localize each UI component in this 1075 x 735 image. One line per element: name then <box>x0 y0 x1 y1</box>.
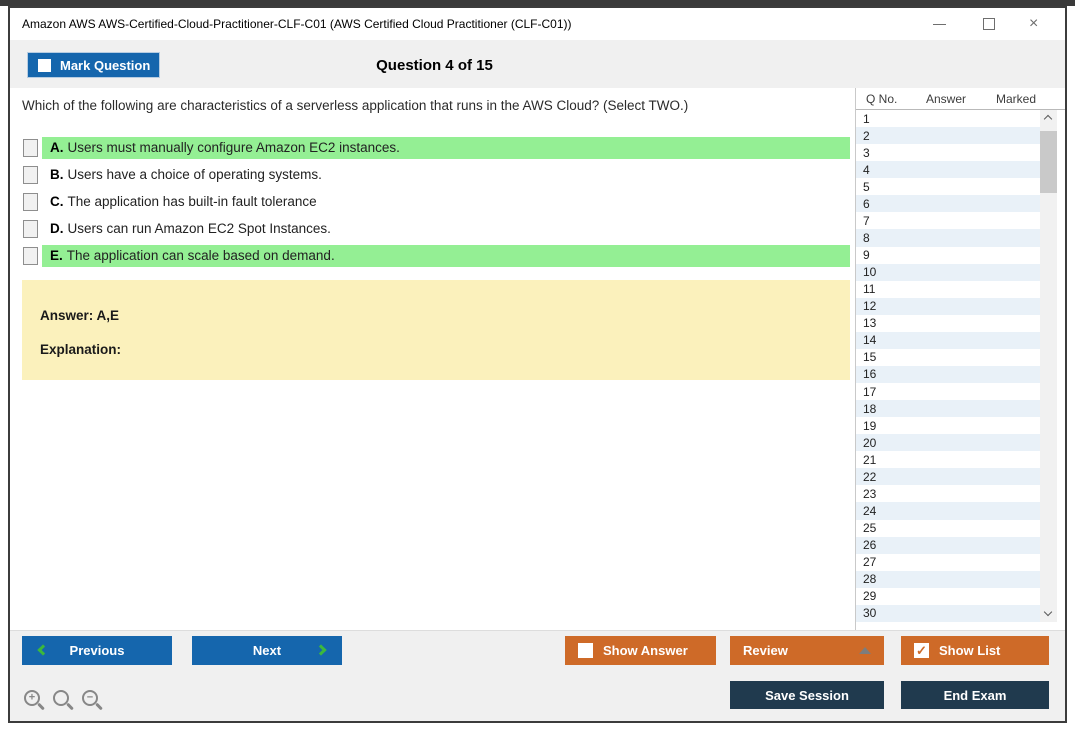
close-icon: × <box>1029 15 1039 32</box>
scrollbar-thumb[interactable] <box>1040 131 1057 193</box>
question-counter: Question 4 of 15 <box>376 57 493 74</box>
question-text: Which of the following are characteristi… <box>22 98 689 113</box>
end-exam-label: End Exam <box>943 687 1007 703</box>
question-list-row[interactable]: 25 <box>856 519 1040 537</box>
question-list-row[interactable]: 20 <box>856 434 1040 452</box>
question-list-row[interactable]: 5 <box>856 178 1040 196</box>
save-session-button[interactable]: Save Session <box>730 681 884 709</box>
previous-button[interactable]: Previous <box>22 636 172 665</box>
column-answer: Answer <box>926 92 967 106</box>
question-list-row[interactable]: 30 <box>856 604 1040 622</box>
question-list-row[interactable]: 29 <box>856 587 1040 605</box>
question-list-row[interactable]: 19 <box>856 417 1040 435</box>
chevron-left-icon <box>37 644 49 656</box>
option-row-b: B. Users have a choice of operating syste… <box>10 164 860 186</box>
window-titlebar: Amazon AWS AWS-Certified-Cloud-Practitio… <box>10 8 1065 40</box>
show-answer-label: Show Answer <box>603 643 688 658</box>
show-list-label: Show List <box>939 643 1001 658</box>
question-list-row[interactable]: 4 <box>856 161 1040 179</box>
question-list-row[interactable]: 22 <box>856 468 1040 486</box>
option-label[interactable]: D. Users can run Amazon EC2 Spot Instance… <box>42 218 850 240</box>
question-list-row[interactable]: 11 <box>856 280 1040 298</box>
column-marked: Marked <box>996 92 1037 106</box>
question-list-row[interactable]: 21 <box>856 451 1040 469</box>
scrollbar-down-button[interactable] <box>1040 606 1057 622</box>
question-list-row[interactable]: 16 <box>856 365 1040 383</box>
close-button[interactable]: × <box>1017 8 1057 40</box>
zoom-controls: + − <box>24 690 98 706</box>
answer-value: Answer: A,E <box>40 308 120 323</box>
save-session-label: Save Session <box>765 687 849 703</box>
maximize-icon <box>983 18 995 30</box>
option-label[interactable]: A. Users must manually configure Amazon E… <box>42 137 850 159</box>
answer-box: Answer: A,E Explanation: <box>22 280 850 380</box>
exam-simulator-window: Amazon AWS AWS-Certified-Cloud-Practitio… <box>8 6 1067 723</box>
end-exam-button[interactable]: End Exam <box>901 681 1049 709</box>
question-list-row[interactable]: 6 <box>856 195 1040 213</box>
next-label: Next <box>252 643 282 658</box>
option-label[interactable]: B. Users have a choice of operating syste… <box>42 164 850 186</box>
triangle-up-icon <box>859 647 871 654</box>
question-list-row[interactable]: 2 <box>856 127 1040 145</box>
question-list-row[interactable]: 3 <box>856 144 1040 162</box>
option-checkbox[interactable] <box>23 139 38 157</box>
minimize-button[interactable] <box>919 8 959 40</box>
option-row-e: E. The application can scale based on dem… <box>10 245 860 267</box>
option-row-d: D. Users can run Amazon EC2 Spot Instance… <box>10 218 860 240</box>
next-button[interactable]: Next <box>192 636 342 665</box>
review-button[interactable]: Review <box>730 636 884 665</box>
option-label[interactable]: C. The application has built-in fault tol… <box>42 191 850 213</box>
option-checkbox[interactable] <box>23 193 38 211</box>
question-list-rows: 1 2 3 4 5 6 7 8 9 10 11 12 13 14 15 16 17 18 19 20 21 22 23 24 2… <box>856 110 1040 622</box>
question-list-row[interactable]: 8 <box>856 229 1040 247</box>
option-label[interactable]: E. The application can scale based on dem… <box>42 245 850 267</box>
question-list-row[interactable]: 14 <box>856 331 1040 349</box>
zoom-reset-icon[interactable] <box>53 690 69 706</box>
scrollbar-up-button[interactable] <box>1040 110 1057 126</box>
window-title: Amazon AWS AWS-Certified-Cloud-Practitio… <box>22 17 572 31</box>
question-list-row[interactable]: 17 <box>856 383 1040 401</box>
option-checkbox[interactable] <box>23 247 38 265</box>
option-checkbox[interactable] <box>23 166 38 184</box>
option-row-a: A. Users must manually configure Amazon E… <box>10 137 860 159</box>
question-list-row[interactable]: 9 <box>856 246 1040 264</box>
previous-label: Previous <box>69 643 125 658</box>
show-list-button[interactable]: ✓ Show List <box>901 636 1049 665</box>
question-list-row[interactable]: 13 <box>856 314 1040 332</box>
question-list-row[interactable]: 18 <box>856 400 1040 418</box>
question-list-scrollbar[interactable] <box>1040 110 1057 622</box>
question-list-row[interactable]: 24 <box>856 502 1040 520</box>
zoom-in-icon[interactable]: + <box>24 690 40 706</box>
question-list-row[interactable]: 27 <box>856 553 1040 571</box>
question-list-row[interactable]: 10 <box>856 263 1040 281</box>
question-list-row[interactable]: 1 <box>856 110 1040 128</box>
option-row-c: C. The application has built-in fault tol… <box>10 191 860 213</box>
option-checkbox[interactable] <box>23 220 38 238</box>
question-list-row[interactable]: 26 <box>856 536 1040 554</box>
question-list-row[interactable]: 15 <box>856 348 1040 366</box>
minimize-icon <box>933 24 946 25</box>
show-list-checkbox-icon: ✓ <box>914 643 929 658</box>
question-list-row[interactable]: 12 <box>856 297 1040 315</box>
question-list-row[interactable]: 28 <box>856 570 1040 588</box>
show-answer-checkbox-icon <box>578 643 593 658</box>
question-list-row[interactable]: 23 <box>856 485 1040 503</box>
show-answer-button[interactable]: Show Answer <box>565 636 716 665</box>
zoom-out-icon[interactable]: − <box>82 690 98 706</box>
maximize-button[interactable] <box>969 8 1009 40</box>
chevron-right-icon <box>315 644 327 656</box>
chevron-down-icon <box>1043 607 1053 617</box>
column-qno: Q No. <box>866 92 898 106</box>
question-list-row[interactable]: 7 <box>856 212 1040 230</box>
explanation-label: Explanation: <box>40 342 122 357</box>
question-list-header: Q No. Answer Marked <box>856 88 1065 110</box>
chevron-up-icon <box>1043 114 1053 124</box>
review-label: Review <box>743 643 788 658</box>
